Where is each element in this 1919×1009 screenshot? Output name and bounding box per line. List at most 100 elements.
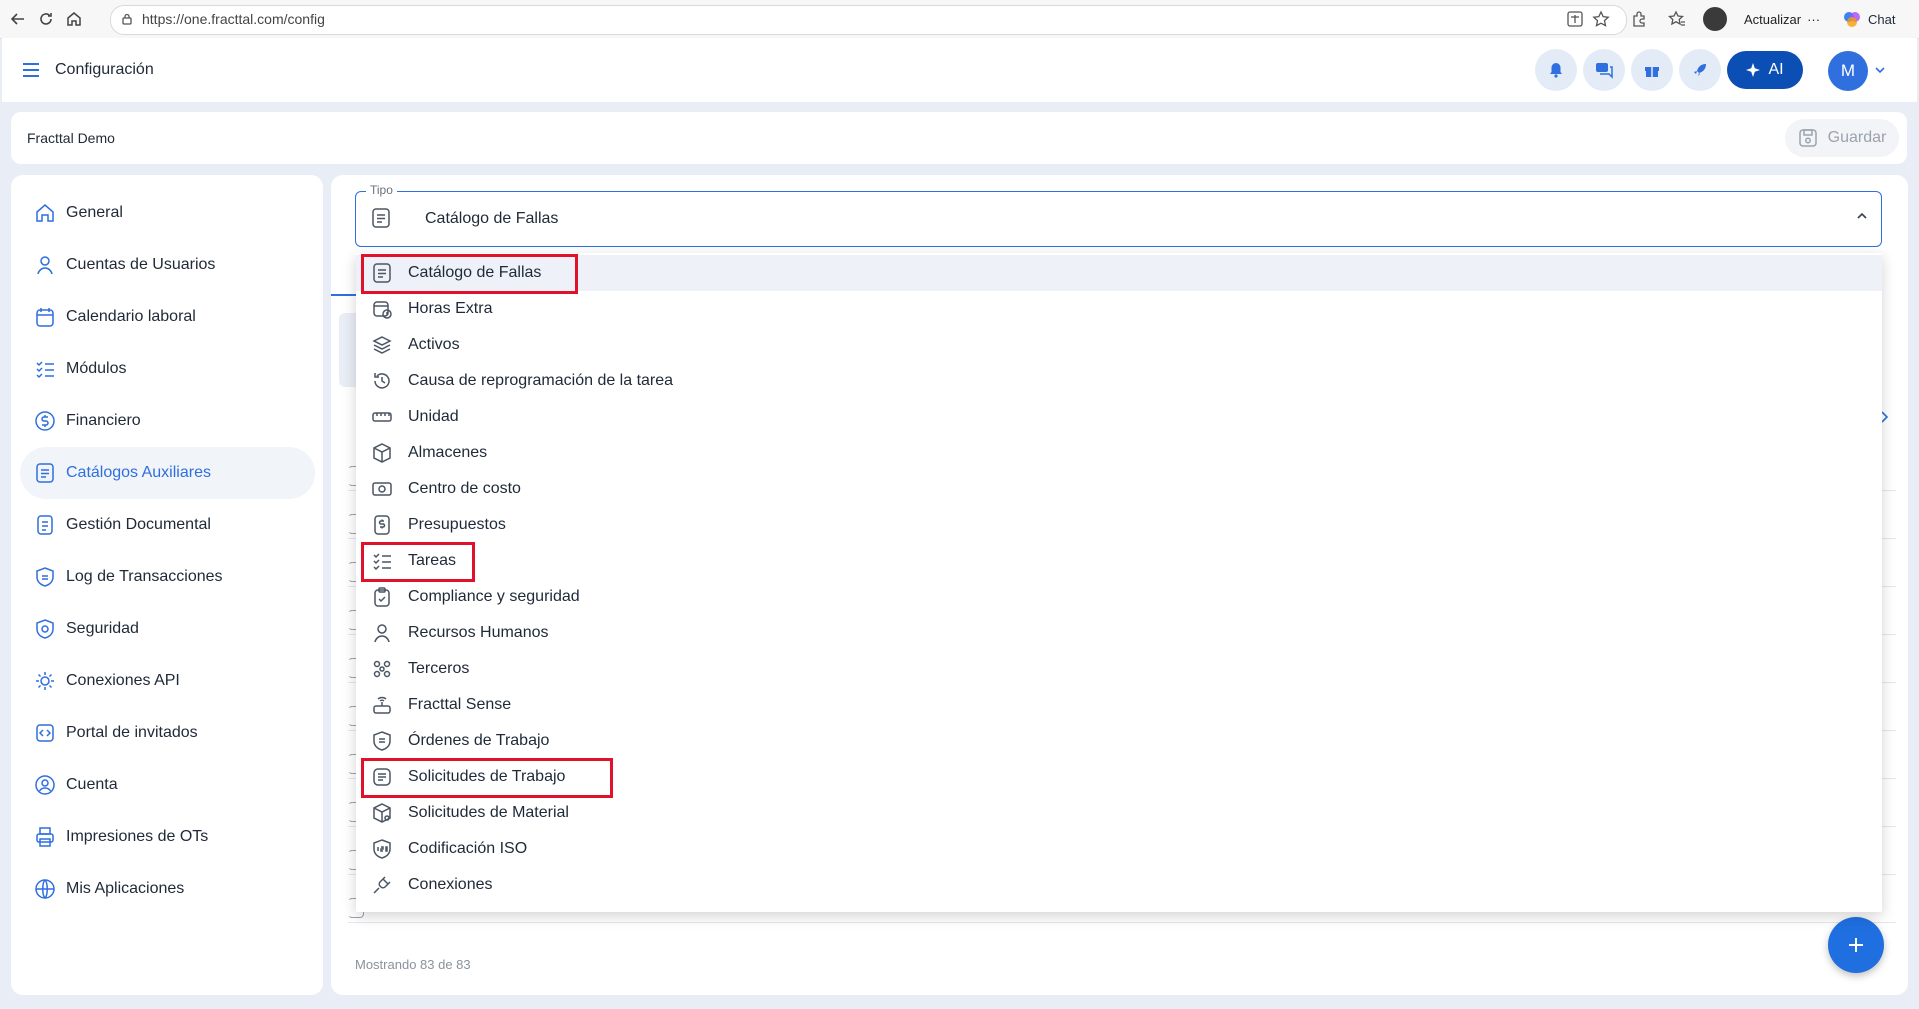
dropdown-option[interactable]: Órdenes de Trabajo xyxy=(356,723,1882,759)
calendar-clock-icon xyxy=(371,298,393,320)
dropdown-option-label: Fracttal Sense xyxy=(408,696,512,713)
dropdown-option[interactable]: Tareas xyxy=(356,543,1882,579)
sidebar-item-gestion-documental[interactable]: Gestión Documental xyxy=(20,499,315,551)
work-order-icon xyxy=(371,730,393,752)
dropdown-option-label: Centro de costo xyxy=(408,480,521,497)
dropdown-option-label: Presupuestos xyxy=(408,516,506,533)
portal-icon xyxy=(34,722,56,744)
sidebar-item-portal-de-invitados[interactable]: Portal de invitados xyxy=(20,707,315,759)
ai-button[interactable]: AI xyxy=(1727,51,1803,89)
extensions-icon[interactable] xyxy=(1630,10,1648,28)
dropdown-option[interactable]: Horas Extra xyxy=(356,291,1882,327)
save-label: Guardar xyxy=(1827,129,1887,146)
dropdown-option-label: Horas Extra xyxy=(408,300,493,317)
sidebar-item-log-de-transacciones[interactable]: Log de Transacciones xyxy=(20,551,315,603)
sidebar-item-financiero[interactable]: Financiero xyxy=(20,395,315,447)
launch-button[interactable] xyxy=(1679,49,1721,91)
dropdown-option-label: Solicitudes de Material xyxy=(408,804,569,821)
dropdown-option[interactable]: Compliance y seguridad xyxy=(356,579,1882,615)
ruler-icon xyxy=(371,406,393,428)
tipo-value: Catálogo de Fallas xyxy=(425,210,559,227)
sensor-icon xyxy=(371,694,393,716)
layers-icon xyxy=(371,334,393,356)
sidebar-item-cuenta[interactable]: Cuenta xyxy=(20,759,315,811)
sidebar-item-mis-aplicaciones[interactable]: Mis Aplicaciones xyxy=(20,863,315,915)
sidebar-item-cuentas-de-usuarios[interactable]: Cuentas de Usuarios xyxy=(20,239,315,291)
sidebar-item-seguridad[interactable]: Seguridad xyxy=(20,603,315,655)
calendar-icon xyxy=(34,306,56,328)
sidebar-item-label: Portal de invitados xyxy=(66,724,198,741)
sidebar-item-label: Mis Aplicaciones xyxy=(66,880,185,897)
star-icon[interactable] xyxy=(1592,10,1610,28)
dropdown-option[interactable]: Catálogo de Fallas xyxy=(356,255,1882,291)
sidebar-item-label: Cuenta xyxy=(66,776,118,793)
dropdown-option[interactable]: Activos xyxy=(356,327,1882,363)
results-count: Mostrando 83 de 83 xyxy=(355,957,471,972)
gifts-button[interactable] xyxy=(1631,49,1673,91)
sidebar-item-general[interactable]: General xyxy=(20,187,315,239)
dropdown-option[interactable]: Fracttal Sense xyxy=(356,687,1882,723)
dropdown-option[interactable]: Unidad xyxy=(356,399,1882,435)
sidebar-item-catalogos-auxiliares[interactable]: Catálogos Auxiliares xyxy=(20,447,315,499)
dropdown-option[interactable]: Causa de reprogramación de la tarea xyxy=(356,363,1882,399)
shield-log-icon xyxy=(34,566,56,588)
dollar-circle-icon xyxy=(34,410,56,432)
globe-icon xyxy=(34,878,56,900)
messages-button[interactable] xyxy=(1583,49,1625,91)
sidebar-item-label: Financiero xyxy=(66,412,141,429)
dropdown-option[interactable]: Recursos Humanos xyxy=(356,615,1882,651)
sidebar-item-label: General xyxy=(66,204,123,221)
notifications-button[interactable] xyxy=(1535,49,1577,91)
clipboard-check-icon xyxy=(371,586,393,608)
bell-icon xyxy=(1547,61,1565,79)
budget-icon xyxy=(371,514,393,536)
material-box-icon xyxy=(371,802,393,824)
sidebar-item-label: Cuentas de Usuarios xyxy=(66,256,216,273)
translate-icon[interactable] xyxy=(1566,10,1584,28)
save-button[interactable]: Guardar xyxy=(1785,119,1899,157)
sidebar-item-calendario-laboral[interactable]: Calendario laboral xyxy=(20,291,315,343)
menu-icon[interactable] xyxy=(22,62,40,78)
dropdown-option-label: Recursos Humanos xyxy=(408,624,549,641)
dropdown-option[interactable]: Conexiones xyxy=(356,867,1882,903)
sidebar-item-modulos[interactable]: Módulos xyxy=(20,343,315,395)
gift-icon xyxy=(1643,61,1661,79)
profile-avatar[interactable] xyxy=(1703,7,1727,31)
dropdown-option-label: Codificación ISO xyxy=(408,840,528,857)
copilot-chat-button[interactable]: Chat xyxy=(1842,6,1916,32)
red-highlight-box xyxy=(361,254,578,294)
dropdown-option[interactable]: Centro de costo xyxy=(356,471,1882,507)
company-name: Fracttal Demo xyxy=(27,130,115,146)
home-icon[interactable] xyxy=(64,9,84,29)
company-bar xyxy=(11,112,1907,164)
account-icon xyxy=(34,774,56,796)
dropdown-option-label: Compliance y seguridad xyxy=(408,588,580,605)
security-icon xyxy=(34,618,56,640)
dropdown-option-label: Activos xyxy=(408,336,460,353)
sidebar-item-label: Log de Transacciones xyxy=(66,568,223,585)
reload-icon[interactable] xyxy=(36,9,56,29)
sidebar-item-conexiones-api[interactable]: Conexiones API xyxy=(20,655,315,707)
red-highlight-box xyxy=(361,758,613,798)
tipo-select[interactable] xyxy=(355,191,1882,247)
dropdown-option[interactable]: Codificación ISO xyxy=(356,831,1882,867)
sidebar-item-impresiones-de-ots[interactable]: Impresiones de OTs xyxy=(20,811,315,863)
dropdown-option-label: Almacenes xyxy=(408,444,488,461)
favorites-icon[interactable] xyxy=(1668,10,1686,28)
dropdown-option[interactable]: Solicitudes de Material xyxy=(356,795,1882,831)
plus-icon xyxy=(1847,936,1865,954)
user-avatar[interactable]: M xyxy=(1828,51,1868,91)
back-icon[interactable] xyxy=(8,9,28,29)
chevron-up-icon[interactable] xyxy=(1856,212,1868,220)
address-bar[interactable] xyxy=(110,5,1627,35)
chevron-down-icon[interactable] xyxy=(1874,66,1886,74)
update-button[interactable]: Actualizar ··· xyxy=(1734,6,1834,32)
more-options[interactable]: ··· xyxy=(1807,12,1820,27)
dropdown-option[interactable]: Presupuestos xyxy=(356,507,1882,543)
page-title: Configuración xyxy=(55,61,154,78)
dropdown-option[interactable]: Terceros xyxy=(356,651,1882,687)
sidebar-item-label: Gestión Documental xyxy=(66,516,211,533)
add-button[interactable] xyxy=(1828,917,1884,973)
sidebar-item-label: Módulos xyxy=(66,360,127,377)
dropdown-option[interactable]: Almacenes xyxy=(356,435,1882,471)
